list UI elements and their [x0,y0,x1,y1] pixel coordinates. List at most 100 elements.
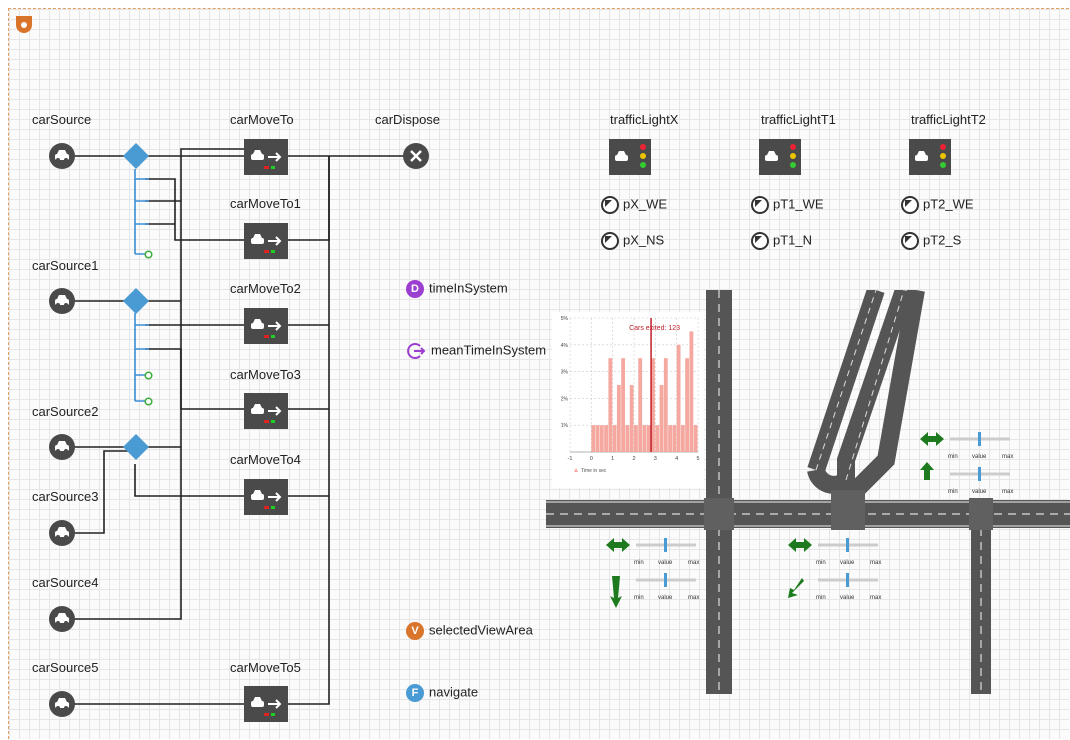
x-tick-label: 2 [632,456,635,462]
car-dispose-icon[interactable] [403,143,429,169]
output-port [144,250,153,259]
function-element[interactable]: meanTimeInSystem [406,342,546,360]
y-tick-label: 4% [561,343,569,349]
traffic-light-block[interactable] [759,139,801,175]
histogram-bar [646,425,651,452]
move-label: carMoveTo5 [230,660,301,675]
parameter-dial-icon [751,232,769,250]
svg-text:value: value [658,595,673,601]
source-label: carSource5 [32,660,99,675]
car-move-to-block[interactable] [244,479,288,515]
histogram-bar [663,358,668,452]
car-move-to-block[interactable] [244,139,288,175]
svg-text:max: max [870,560,881,566]
parameter[interactable]: pT1_WE [751,196,824,214]
select-output-diamond[interactable] [123,434,149,460]
histogram-bar [625,425,630,452]
source-label: carSource3 [32,489,99,504]
move-label: carMoveTo [230,112,294,127]
we-arrow-icon [788,538,812,552]
car-source-icon[interactable] [49,691,75,717]
slider-group-t2: min value max min value max [920,432,1013,495]
dataset-icon: D [406,280,424,298]
x-tick-label: 3 [654,456,657,462]
car-source-icon[interactable] [49,520,75,546]
svg-text:max: max [1002,489,1013,495]
legend-label: Time in sec [581,468,607,474]
parameter[interactable]: pX_NS [601,232,664,250]
parameter-dial-icon [751,196,769,214]
parameter[interactable]: pT2_WE [901,196,974,214]
navigate-icon: F [406,684,424,702]
we-arrow-icon [920,432,944,446]
parameter[interactable]: pT1_N [751,232,812,250]
time-histogram-chart: 1% 2% 3% 4% 5% -1 0 1 2 3 4 5 Cars exited: 123 Time i… [552,312,704,488]
histogram-bar [595,425,600,452]
function-label: meanTimeInSystem [431,342,547,358]
dataset-label: timeInSystem [429,280,508,296]
histogram-bar [612,425,617,452]
histogram-bar [599,425,604,452]
histogram-bar [672,425,677,452]
svg-text:value: value [840,560,855,566]
y-tick-label: 5% [561,316,569,322]
x-tick-label: 0 [590,456,593,462]
car-move-to-block[interactable] [244,686,288,722]
output-port [144,397,153,406]
slider-group-x: min value max min value max [606,538,699,608]
select-output-diamond[interactable] [123,143,149,169]
histogram-bar [608,358,613,452]
parameter-label: pX_WE [623,196,668,212]
dataset-element[interactable]: DtimeInSystem [406,280,508,298]
y-tick-label: 1% [561,423,569,429]
parameter[interactable]: pX_WE [601,196,667,214]
view-area-element[interactable]: VselectedViewArea [406,622,533,640]
output-port [144,371,153,380]
car-source-icon[interactable] [49,606,75,632]
slider-group-t1: min value max min value max [788,538,881,601]
car-source-icon[interactable] [49,434,75,460]
navigate-element[interactable]: Fnavigate [406,684,478,702]
slider-min-label: min [634,560,644,566]
move-label: carMoveTo3 [230,367,301,382]
histogram-bar [693,425,698,452]
traffic-light-block[interactable] [909,139,951,175]
svg-text:max: max [870,595,881,601]
parameter-label: pT2_S [923,232,962,248]
move-label: carMoveTo2 [230,281,301,296]
histogram-bar [629,385,634,452]
parameter[interactable]: pT2_S [901,232,961,250]
slider-value-label: value [658,560,673,566]
traffic-light-label: trafficLightT2 [911,112,986,127]
parameter-label: pT1_N [773,232,813,248]
y-tick-label: 2% [561,396,569,402]
car-move-to-block[interactable] [244,308,288,344]
histogram-bar [604,425,608,452]
view-area-label: selectedViewArea [429,622,533,638]
svg-text:value: value [972,454,987,460]
histogram-bar [685,358,690,452]
legend-swatch [574,468,578,472]
histogram-bar [668,425,672,452]
parameter-label: pT2_WE [923,196,974,212]
car-move-to-block[interactable] [244,393,288,429]
car-source-icon[interactable] [49,143,75,169]
svg-text:max: max [1002,454,1013,460]
histogram-bar [616,385,621,452]
move-label: carMoveTo4 [230,452,301,467]
move-label: carMoveTo1 [230,196,301,211]
histogram-bar [680,425,685,452]
svg-text:min: min [634,595,644,601]
traffic-light-block[interactable] [609,139,651,175]
select-output-diamond[interactable] [123,288,149,314]
car-source-icon[interactable] [49,288,75,314]
svg-text:min: min [816,595,826,601]
x-tick-label: 5 [696,456,699,462]
ns-arrow-icon [610,576,622,608]
histogram-bar [655,425,660,452]
x-tick-label: -1 [568,456,573,462]
svg-text:value: value [972,489,987,495]
cars-exited-annotation: Cars exited: 123 [629,325,680,332]
car-move-to-block[interactable] [244,223,288,259]
svg-text:min: min [948,489,958,495]
